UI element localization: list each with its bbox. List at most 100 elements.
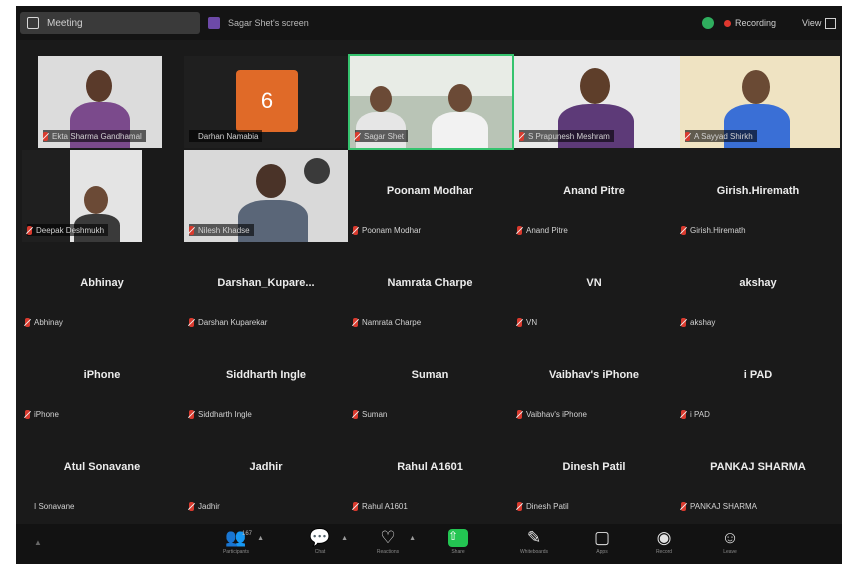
- heart-icon: ♡: [380, 528, 396, 547]
- chat-label: Chat: [314, 549, 326, 555]
- participant-tile[interactable]: Atul Sonavane I Sonavane: [20, 426, 184, 518]
- gallery-view-icon: [825, 17, 837, 29]
- top-bar: Meeting Sagar Shet's screen Recording Vi…: [16, 6, 842, 40]
- whiteboard-label: Whiteboards: [519, 549, 549, 555]
- muted-mic-icon: [519, 131, 524, 141]
- muted-mic-icon: [27, 225, 32, 235]
- participant-tile[interactable]: VN VN: [512, 242, 676, 334]
- participant-label: i PAD: [681, 408, 710, 420]
- recording-indicator[interactable]: Recording: [702, 14, 776, 32]
- apps-button[interactable]: ▢ Apps: [578, 527, 626, 561]
- participant-name: Abhinay: [80, 277, 124, 289]
- share-button[interactable]: ⇧ Share: [434, 527, 482, 561]
- participant-tile[interactable]: Namrata Charpe Namrata Charpe: [348, 242, 512, 334]
- meeting-tab-label: Meeting: [47, 17, 83, 29]
- record-label: Record: [655, 549, 673, 555]
- record-button[interactable]: ◉ Record: [640, 527, 688, 561]
- chevron-up-icon[interactable]: ▲: [34, 538, 42, 547]
- participant-tile[interactable]: Girish.Hiremath Girish.Hiremath: [676, 150, 840, 242]
- chevron-down-icon[interactable]: ▲: [409, 535, 416, 542]
- screen-share-tab[interactable]: Sagar Shet's screen: [208, 14, 309, 32]
- participant-label: Darshan Kuparekar: [189, 316, 267, 328]
- participant-label: Dinesh Patil: [517, 500, 569, 512]
- reactions-button[interactable]: ♡ ▲ Reactions: [364, 527, 416, 561]
- participants-label: Participants: [222, 549, 250, 555]
- participant-name: Namrata Charpe: [387, 277, 473, 289]
- participant-name: akshay: [739, 277, 777, 289]
- muted-mic-icon: [517, 409, 522, 419]
- participant-tile[interactable]: Dinesh Patil Dinesh Patil: [512, 426, 676, 518]
- whiteboard-button[interactable]: ✎ Whiteboards: [510, 527, 558, 561]
- record-icon: ◉: [656, 528, 672, 547]
- participants-button[interactable]: 👥 167 ▲ Participants: [212, 527, 264, 561]
- participant-name: iPhone: [83, 369, 121, 381]
- video-tile[interactable]: S Prapunesh Meshram: [514, 56, 680, 148]
- active-speaker-tile[interactable]: Sagar Shet: [348, 54, 514, 150]
- participant-tile[interactable]: Poonam Modhar Poonam Modhar: [348, 150, 512, 242]
- video-tile[interactable]: 6 Darhan Namabia: [184, 56, 350, 148]
- video-tile[interactable]: Ekta Sharma Gandhamal: [38, 56, 162, 148]
- participant-label: Anand Pitre: [517, 224, 568, 236]
- apps-icon: ▢: [593, 528, 611, 547]
- participant-label: VN: [517, 316, 537, 328]
- chat-button[interactable]: 💬 ▲ Chat: [296, 527, 348, 561]
- participant-name: VN: [586, 277, 602, 289]
- participant-head: [742, 70, 770, 104]
- participant-name: Atul Sonavane: [63, 461, 141, 473]
- video-tile[interactable]: A Sayyad Shirkh: [680, 56, 840, 148]
- muted-mic-icon: [189, 501, 194, 511]
- video-tile[interactable]: Nilesh Khadse: [184, 150, 348, 242]
- participant-label: Darhan Namabia: [189, 130, 263, 142]
- muted-mic-icon: [25, 409, 30, 419]
- participant-name: Poonam Modhar: [386, 185, 474, 197]
- participant-tile[interactable]: akshay akshay: [676, 242, 840, 334]
- screen-share-icon: [208, 17, 220, 29]
- muted-mic-icon: [681, 501, 686, 511]
- participant-label: PANKAJ SHARMA: [681, 500, 757, 512]
- participant-tile[interactable]: Vaibhav's iPhone Vaibhav's iPhone: [512, 334, 676, 426]
- view-button[interactable]: View: [802, 14, 837, 32]
- chevron-down-icon[interactable]: ▲: [257, 535, 264, 542]
- participant-label: I Sonavane: [34, 501, 75, 511]
- participant-label: Rahul A1601: [353, 500, 408, 512]
- participant-tile[interactable]: i PAD i PAD: [676, 334, 840, 426]
- participant-name: Suman: [411, 369, 449, 381]
- participant-name: Anand Pitre: [563, 185, 625, 197]
- participant-tile[interactable]: PANKAJ SHARMA PANKAJ SHARMA: [676, 426, 840, 518]
- participant-head: [256, 164, 286, 198]
- participant-tile[interactable]: Jadhir Jadhir: [184, 426, 348, 518]
- muted-mic-icon: [517, 225, 522, 235]
- participant-label: Deepak Deshmukh: [27, 224, 109, 236]
- participant-tile[interactable]: iPhone iPhone: [20, 334, 184, 426]
- muted-mic-icon: [189, 225, 194, 235]
- participant-tile[interactable]: Darshan_Kupare... Darshan Kuparekar: [184, 242, 348, 334]
- participant-tile[interactable]: Anand Pitre Anand Pitre: [512, 150, 676, 242]
- participant-label: Vaibhav's iPhone: [517, 408, 587, 420]
- participant-tile[interactable]: Suman Suman: [348, 334, 512, 426]
- chevron-down-icon[interactable]: ▲: [341, 535, 348, 542]
- participant-label: Sagar Shet: [355, 130, 409, 142]
- participant-label: Jadhir: [189, 500, 220, 512]
- view-label: View: [802, 18, 822, 28]
- participant-tile[interactable]: Rahul A1601 Rahul A1601: [348, 426, 512, 518]
- muted-mic-icon: [681, 317, 686, 327]
- recording-label: Recording: [735, 18, 777, 28]
- participant-tile[interactable]: Siddharth Ingle Siddharth Ingle: [184, 334, 348, 426]
- participant-head: [580, 68, 610, 104]
- muted-mic-icon: [685, 131, 690, 141]
- participant-name: Darshan_Kupare...: [217, 277, 315, 289]
- participant-head: [86, 70, 112, 102]
- muted-mic-icon: [517, 317, 522, 327]
- leave-button[interactable]: ☺ Leave: [706, 527, 754, 561]
- participant-name: Jadhir: [249, 461, 283, 473]
- muted-mic-icon: [353, 317, 358, 327]
- share-label: Share: [451, 549, 465, 555]
- participant-label: Siddharth Ingle: [189, 408, 252, 420]
- participant-label: Suman: [353, 408, 387, 420]
- leave-label: Leave: [723, 549, 737, 555]
- participant-label: Poonam Modhar: [353, 224, 421, 236]
- zoom-meeting-window: Meeting Sagar Shet's screen Recording Vi…: [16, 6, 842, 564]
- video-tile[interactable]: Deepak Deshmukh: [22, 150, 142, 242]
- meeting-tab[interactable]: Meeting: [20, 12, 200, 34]
- participant-tile[interactable]: Abhinay Abhinay: [20, 242, 184, 334]
